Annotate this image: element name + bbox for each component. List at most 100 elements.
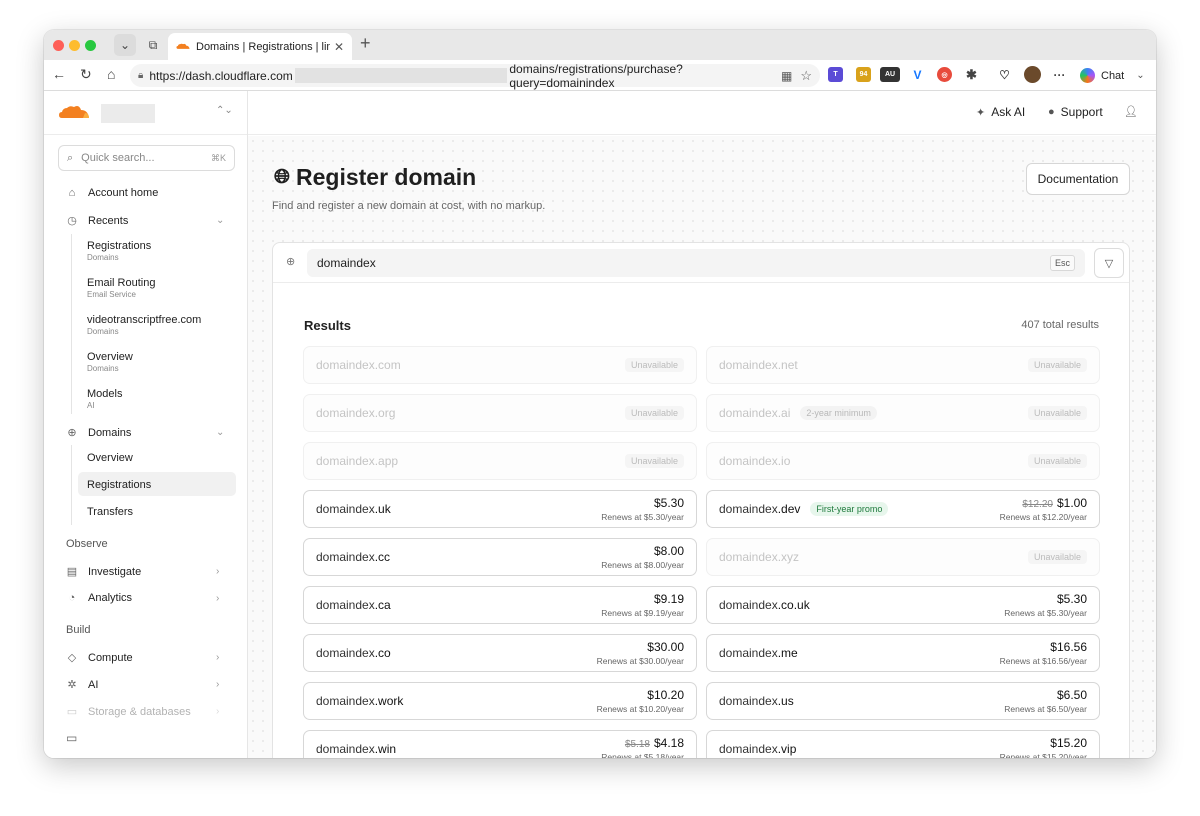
quick-search-input[interactable]: ⌕ Quick search... ⌘K (58, 145, 235, 171)
analytics-chevron-right-icon[interactable]: › (216, 593, 219, 604)
sidebar-item-label: Storage & databases (88, 705, 191, 718)
user-icon: 👤︎ (1124, 106, 1138, 118)
favorite-star-icon[interactable]: ☆ (800, 68, 812, 84)
home-icon: ⌂ (68, 187, 76, 199)
investigate-chevron-right-icon[interactable]: › (216, 566, 219, 577)
domain-tld: .ca (374, 598, 391, 612)
current-price: $30.00 (647, 640, 684, 654)
extension-record-icon[interactable]: ◎ (937, 67, 952, 82)
extension-v-icon[interactable]: V (910, 67, 925, 82)
account-name-redacted[interactable] (101, 104, 155, 123)
domain-result-card[interactable]: domaindex.us $6.50 Renews at $6.50/year (706, 682, 1100, 720)
domain-result-card[interactable]: domaindex.win $5.18 $4.18 Renews at $5.18/y… (303, 730, 697, 758)
chat-button[interactable]: Chat ⌄ (1080, 65, 1145, 86)
tab-groups-icon[interactable]: ⧉ (142, 34, 164, 56)
recent-item-overview[interactable]: Overview Domains (87, 351, 133, 373)
domains-chevron-down-icon[interactable]: ⌄ (216, 427, 224, 438)
site-info-icon[interactable]: 🔒︎ (138, 70, 143, 81)
domain-tld: .uk (374, 502, 391, 516)
domain-result-card[interactable]: domaindex.vip $15.20 Renews at $15.20/year (706, 730, 1100, 758)
health-heart-icon[interactable]: ♡ (997, 67, 1012, 82)
help-circle-icon: ● (1048, 106, 1055, 118)
domain-badge: 2-year minimum (800, 406, 877, 420)
sidebar-item-investigate[interactable]: ▤ Investigate (66, 565, 141, 579)
sidebar-item-compute[interactable]: ◇ Compute (66, 651, 133, 665)
recent-item-videotranscriptfree[interactable]: videotranscriptfree.com Domains (87, 314, 201, 336)
current-price: $5.30 (1056, 592, 1087, 606)
esc-key-hint[interactable]: Esc (1049, 255, 1075, 271)
close-tab-icon[interactable]: ✕ (334, 40, 344, 54)
sidebar-item-analytics[interactable]: ◔ Analytics (66, 592, 132, 604)
user-menu-button[interactable]: 👤︎ (1124, 105, 1144, 118)
reader-view-icon[interactable]: ▦ (781, 69, 792, 83)
active-tab[interactable]: Domains | Registrations | liming ✕ (168, 33, 352, 60)
sidebar-item-account-home[interactable]: ⌂ Account home (66, 187, 159, 199)
domain-base: domaindex (316, 694, 375, 708)
back-icon[interactable]: ← (52, 66, 66, 82)
profile-avatar[interactable] (1024, 66, 1041, 83)
new-tab-icon[interactable]: + (360, 33, 371, 54)
maximize-window-button[interactable] (85, 40, 96, 51)
domain-result-card[interactable]: domaindex.me $16.56 Renews at $16.56/year (706, 634, 1100, 672)
home-icon[interactable]: ⌂ (107, 66, 115, 82)
current-price: $6.50 (1056, 688, 1087, 702)
account-switcher-icon[interactable]: ⌃⌄ (216, 105, 233, 116)
domain-result-card[interactable]: domaindex.dev First-year promo $12.20 $1.00… (706, 490, 1100, 528)
top-bar: ✦ Ask AI ● Support 👤︎ (248, 91, 1156, 135)
domain-name: domaindex.ca (316, 598, 391, 612)
domain-result-card[interactable]: domaindex.uk $5.30 Renews at $5.30/year (303, 490, 697, 528)
extensions-puzzle-icon[interactable]: ✱ (964, 67, 979, 82)
reload-icon[interactable]: ↻ (80, 66, 92, 83)
domain-tld: .vip (777, 742, 797, 756)
ask-ai-button[interactable]: ✦ Ask AI (976, 105, 1025, 119)
clock-icon: ◷ (67, 215, 77, 227)
unavailable-badge: Unavailable (1027, 358, 1087, 372)
domain-search-input[interactable]: domaindex Esc (307, 249, 1085, 277)
more-options-icon[interactable]: ··· (1052, 67, 1067, 82)
tab-list-icon[interactable]: ⌄ (114, 34, 136, 56)
extension-tdk-icon[interactable]: T (828, 67, 843, 82)
filter-button[interactable]: ▽ (1094, 248, 1124, 278)
domain-result-card[interactable]: domaindex.co.uk $5.30 Renews at $5.30/year (706, 586, 1100, 624)
sidebar-subitem-transfers[interactable]: Transfers (87, 506, 133, 518)
recents-chevron-down-icon[interactable]: ⌄ (216, 215, 224, 226)
domain-result-card[interactable]: domaindex.cc $8.00 Renews at $8.00/year (303, 538, 697, 576)
extension-auth-icon[interactable]: AU (880, 67, 900, 82)
sidebar-section-build: Build (66, 624, 91, 636)
compute-chevron-right-icon[interactable]: › (216, 652, 219, 663)
domain-name: domaindex.us (719, 694, 794, 708)
domain-tld: .ai (777, 406, 791, 420)
sidebar-subitem-overview[interactable]: Overview (87, 452, 133, 464)
sidebar-item-storage[interactable]: ▭ Storage & databases (66, 705, 191, 719)
support-button[interactable]: ● Support (1048, 105, 1103, 119)
sidebar-item-recents[interactable]: ◷ Recents (66, 214, 128, 228)
documentation-button[interactable]: Documentation (1026, 163, 1130, 195)
close-window-button[interactable] (53, 40, 64, 51)
domain-name: domaindex.vip (719, 742, 796, 756)
minimize-window-button[interactable] (69, 40, 80, 51)
domain-tld: .me (777, 646, 798, 660)
recent-item-email-routing[interactable]: Email Routing Email Service (87, 277, 155, 299)
recent-item-registrations[interactable]: Registrations Domains (87, 240, 151, 262)
sidebar-toggle-icon[interactable]: ▭ (66, 731, 77, 745)
extension-badge-icon[interactable]: 94 (856, 67, 871, 82)
renewal-price: Renews at $30.00/year (596, 656, 684, 666)
domain-result-card[interactable]: domaindex.work $10.20 Renews at $10.20/yea… (303, 682, 697, 720)
sidebar-subitem-registrations[interactable]: Registrations (87, 479, 151, 491)
ai-chevron-right-icon[interactable]: › (216, 679, 219, 690)
address-bar[interactable]: 🔒︎ https://dash.cloudflare.com domains/r… (130, 62, 820, 90)
domain-price: $5.30 (601, 496, 684, 510)
storage-chevron-right-icon[interactable]: › (216, 706, 219, 717)
original-price: $12.20 (1022, 499, 1053, 510)
domain-result-card[interactable]: domaindex.co $30.00 Renews at $30.00/year (303, 634, 697, 672)
sidebar-item-ai[interactable]: ✲ AI (66, 678, 98, 692)
domain-base: domaindex (316, 646, 375, 660)
domain-name: domaindex.win (316, 742, 396, 756)
sidebar-item-domains[interactable]: ⊕ Domains (66, 426, 131, 440)
domain-price: $10.20 (597, 688, 684, 702)
domain-result-card[interactable]: domaindex.ca $9.19 Renews at $9.19/year (303, 586, 697, 624)
current-price: $15.20 (1050, 736, 1087, 750)
recent-item-models[interactable]: Models AI (87, 388, 122, 410)
domains-tree-line (71, 445, 72, 525)
renewal-price: Renews at $5.30/year (1004, 608, 1087, 618)
